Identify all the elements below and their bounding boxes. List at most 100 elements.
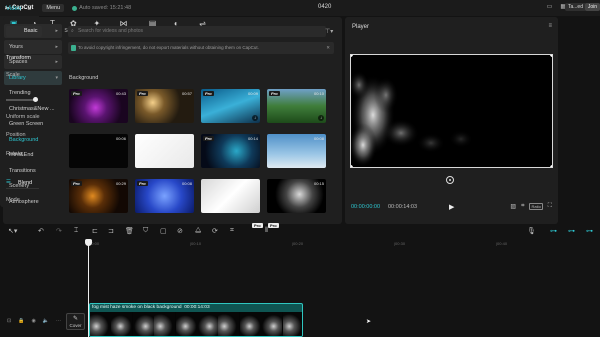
pro-badge: Pro [137, 181, 148, 186]
filmstrip-frame [132, 312, 154, 336]
playhead-handle[interactable] [85, 239, 92, 246]
cover-label: Cover [69, 323, 82, 328]
lock-icon[interactable]: ⊡ [7, 318, 11, 324]
media-thumbnail[interactable]: Pro 00:14 [201, 134, 260, 168]
image-icon[interactable]: ▨ [510, 203, 516, 210]
fullscreen-icon[interactable]: ⛶ [548, 203, 552, 210]
track-controls: ⊡ 🔒 ◉ 🔈 ⋯ [7, 318, 61, 324]
tab-speed[interactable]: S [27, 6, 31, 12]
split-icon[interactable]: ⌶ [74, 227, 78, 235]
media-thumbnail[interactable] [135, 134, 194, 168]
smoke-preview-image [351, 71, 473, 167]
redo-icon[interactable]: ↷ [56, 227, 62, 235]
auto-cut-icon[interactable]: ⫴ [265, 227, 268, 235]
rotate-label: Rotate [6, 151, 23, 157]
pro-badge: Pro [137, 91, 148, 96]
filter-icon[interactable]: ⊤▾ [325, 28, 333, 35]
media-thumbnail[interactable]: Pro 00:10 ↓ [267, 89, 326, 123]
resize-handle[interactable] [550, 55, 552, 57]
rotate-handle[interactable] [446, 176, 454, 184]
thumbnail-duration: 00:15 [313, 181, 324, 186]
basic-button[interactable]: Basic [6, 26, 42, 37]
media-thumbnail[interactable]: Pro 00:29 [69, 179, 128, 213]
mirror-icon[interactable]: ⧋ [195, 227, 201, 235]
download-icon[interactable]: ↓ [252, 115, 258, 121]
media-thumbnail[interactable]: Pro 00:57 [135, 89, 194, 123]
preview-canvas[interactable] [350, 54, 553, 168]
slider-knob[interactable] [33, 97, 38, 102]
thumbnail-duration: 00:57 [181, 91, 192, 96]
search-icon: ⌕ [71, 28, 74, 34]
timeline-ruler[interactable]: |00:00 |00:10 |00:20 |00:30 |00:40 [88, 240, 600, 247]
blend-checkbox-icon[interactable]: ☰ [6, 179, 11, 185]
rotate-icon[interactable]: ⟳ [212, 227, 218, 235]
check-circle-icon [72, 5, 78, 11]
play-icon[interactable]: ▶ [449, 203, 454, 211]
thumbnail-duration: 00:09 [247, 91, 258, 96]
sidebar-item-label: Green Screen [9, 121, 44, 127]
media-thumbnail[interactable]: 00:06 [69, 134, 128, 168]
download-icon[interactable]: ↓ [318, 115, 324, 121]
link-icon[interactable]: ⊶ [550, 227, 557, 235]
section-title: Background [69, 75, 99, 81]
select-cursor-icon[interactable]: ↖▾ [8, 227, 17, 235]
window-controls: ▭ ▦ [547, 3, 566, 10]
sidebar-item-yours[interactable]: Yours ▸ [4, 39, 62, 54]
trim-right-icon[interactable]: ⊐ [108, 227, 114, 235]
cover-button[interactable]: ✎ Cover [66, 313, 85, 330]
pro-badge: Pro [71, 91, 82, 96]
marker-icon[interactable]: ⛉ [143, 227, 148, 235]
mode-label: Mode [6, 197, 20, 203]
trim-left-icon[interactable]: ⊏ [92, 227, 98, 235]
pro-badge: Pro [203, 91, 214, 96]
sidebar-item-scenery[interactable]: Scenery [4, 179, 62, 193]
video-clip[interactable]: fog mist haze smoke on black background … [89, 303, 303, 337]
current-timecode: 00:00:00:00 [351, 204, 381, 210]
scale-slider[interactable] [6, 97, 38, 102]
delete-icon[interactable]: 🗑 [125, 227, 134, 235]
crop-icon[interactable]: ⌗ [521, 203, 524, 210]
media-thumbnail[interactable] [201, 179, 260, 213]
freeze-icon[interactable]: ▢ [160, 227, 167, 235]
properties-tabs: Video S [6, 6, 31, 12]
mouse-cursor-icon: ➤ [366, 319, 372, 325]
hamburger-icon[interactable]: ≡ [548, 23, 552, 29]
sidebar-item-transitions[interactable]: Transitions [4, 164, 62, 178]
join-button[interactable]: Join [584, 3, 600, 11]
undo-icon[interactable]: ↶ [38, 227, 44, 235]
share-button[interactable]: Ta...ed [564, 3, 586, 11]
more-icon[interactable]: ⋯ [56, 318, 61, 324]
eye-icon[interactable]: ◉ [31, 318, 35, 324]
close-icon[interactable]: ✕ [326, 42, 330, 54]
position-label: Position [6, 132, 26, 138]
media-thumbnail[interactable]: Pro 00:43 [69, 89, 128, 123]
reverse-icon[interactable]: ⊘ [177, 227, 183, 235]
ratio-button[interactable]: Ratio [529, 203, 543, 210]
chevron-icon: ▸ [55, 59, 58, 65]
menu-button[interactable]: Menu [42, 4, 65, 12]
magnet-icon[interactable]: ⊶ [568, 227, 575, 235]
ruler-tick: |00:40 [496, 241, 508, 246]
preview-axis-icon[interactable]: ⊶ [586, 227, 593, 235]
pencil-icon: ✎ [73, 316, 79, 322]
media-thumbnail[interactable]: 00:15 [267, 179, 326, 213]
player-title: Player [352, 24, 370, 30]
tab-video[interactable]: Video [6, 6, 21, 12]
microphone-icon[interactable]: 🎙 [527, 227, 536, 235]
resize-handle[interactable] [351, 165, 353, 167]
blend-heading: Blend [18, 180, 33, 186]
playhead[interactable] [88, 240, 89, 337]
resize-handle[interactable] [550, 165, 552, 167]
media-thumbnail[interactable]: Pro 00:09 ↓ [201, 89, 260, 123]
media-thumbnail[interactable]: 00:08 [267, 134, 326, 168]
media-thumbnail[interactable]: Pro 00:08 [135, 179, 194, 213]
crop-icon[interactable]: ⌗ [230, 227, 234, 235]
thumbnail-duration: 00:29 [115, 181, 126, 186]
search-input[interactable]: ⌕ Search for videos and photos [68, 26, 326, 37]
thumbnail-duration: 00:14 [247, 136, 258, 141]
project-title[interactable]: 0420 [318, 4, 331, 10]
speaker-icon[interactable]: 🔈 [43, 318, 49, 324]
search-placeholder: Search for videos and photos [78, 28, 144, 34]
monitor-icon[interactable]: ▭ [547, 3, 553, 10]
lock-track-icon[interactable]: 🔒 [18, 318, 24, 324]
